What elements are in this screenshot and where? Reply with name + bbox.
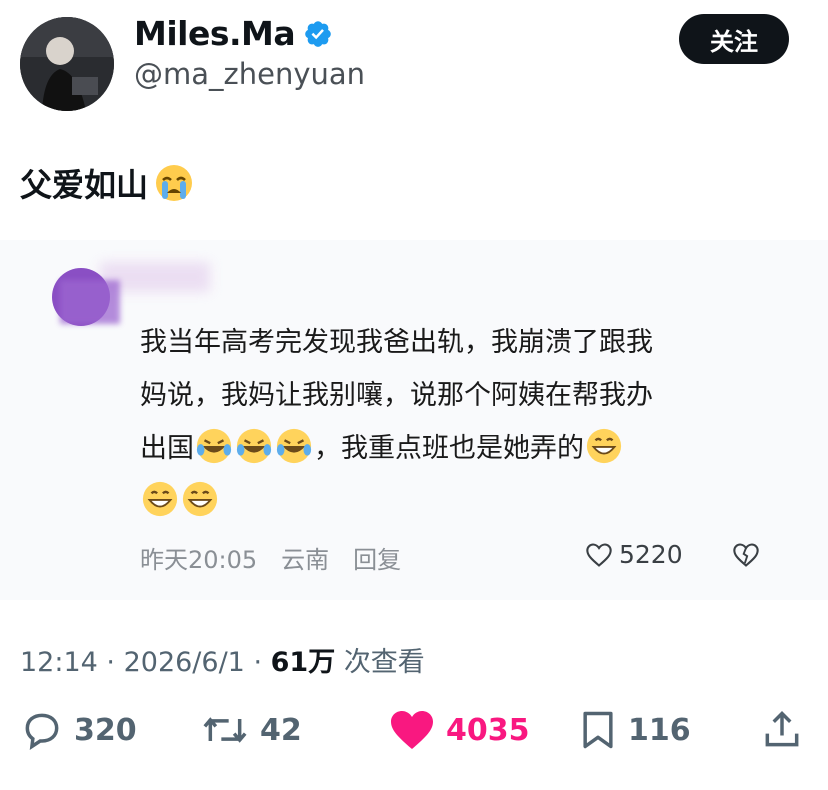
- avatar-photo: [20, 17, 114, 111]
- comment-location: 云南: [281, 546, 330, 574]
- separator-dot: ·: [253, 647, 263, 678]
- heart-outline-icon: [586, 542, 612, 567]
- share-icon: [765, 711, 799, 747]
- tweet-date[interactable]: 2026/6/1: [124, 647, 245, 678]
- comment-text: 出国: [140, 433, 194, 464]
- separator-dot: ·: [106, 647, 115, 678]
- tweet-meta: 12:14 · 2026/6/1 · 61万 次查看: [20, 640, 425, 679]
- reply-icon: [25, 713, 59, 751]
- comment-dislike: [732, 541, 760, 573]
- comment-line: 出国 ，我重点班也是她弄的: [140, 422, 780, 475]
- avatar[interactable]: [20, 17, 114, 111]
- comment-body: 我当年高考完发现我爸出轨，我崩溃了跟我 妈说，我妈让我别嚷，说那个阿姨在帮我办 …: [140, 316, 780, 528]
- follow-button[interactable]: 关注: [679, 14, 789, 64]
- bookmark-icon: [583, 711, 613, 749]
- comment-reply-label: 回复: [353, 546, 402, 574]
- comment-like-count: 5220: [585, 540, 683, 569]
- like-count: 4035: [446, 712, 530, 748]
- bookmark-count: 116: [628, 712, 691, 748]
- grin-sweat-emoji-icon: [586, 428, 622, 464]
- broken-heart-icon: [733, 543, 759, 567]
- comment-meta: 昨天20:05 云南 回复: [140, 540, 401, 575]
- retweet-button[interactable]: 42: [200, 708, 302, 752]
- reply-count: 320: [74, 712, 137, 748]
- author-name[interactable]: Miles.Ma: [134, 14, 296, 53]
- laugh-cry-emoji-icon: [196, 428, 232, 464]
- comment-line: [140, 475, 780, 528]
- author-handle[interactable]: @ma_zhenyuan: [134, 57, 365, 91]
- verified-badge-icon: [305, 20, 331, 47]
- grin-sweat-emoji-icon: [142, 481, 178, 517]
- action-bar: 320 42 4035 116: [0, 708, 828, 768]
- reply-button[interactable]: 320: [20, 708, 137, 752]
- blurred-avatar-overlay: [60, 280, 120, 324]
- laugh-cry-emoji-icon: [276, 428, 312, 464]
- author-name-row[interactable]: Miles.Ma: [134, 14, 333, 53]
- like-button[interactable]: 4035: [388, 708, 530, 752]
- tweet-time[interactable]: 12:14: [20, 647, 98, 678]
- retweet-count: 42: [260, 712, 302, 748]
- comment-line: 妈说，我妈让我别嚷，说那个阿姨在帮我办: [140, 380, 653, 411]
- crying-face-emoji-icon: [156, 165, 193, 201]
- comment-line: 我当年高考完发现我爸出轨，我崩溃了跟我: [140, 327, 653, 358]
- bookmark-button[interactable]: 116: [578, 708, 691, 752]
- grin-sweat-emoji-icon: [182, 481, 218, 517]
- tweet-text: 父爱如山: [20, 166, 149, 204]
- heart-filled-icon: [391, 711, 433, 749]
- tweet-text-row: 父爱如山: [20, 160, 194, 206]
- comment-likes: 5220: [619, 540, 683, 569]
- view-label: 次查看: [343, 647, 425, 678]
- view-count: 61万: [270, 647, 336, 678]
- retweet-icon: [203, 717, 247, 743]
- comment-text: ，我重点班也是她弄的: [314, 433, 584, 464]
- comment-time: 昨天20:05: [140, 546, 258, 574]
- share-button[interactable]: [760, 708, 804, 752]
- laugh-cry-emoji-icon: [236, 428, 272, 464]
